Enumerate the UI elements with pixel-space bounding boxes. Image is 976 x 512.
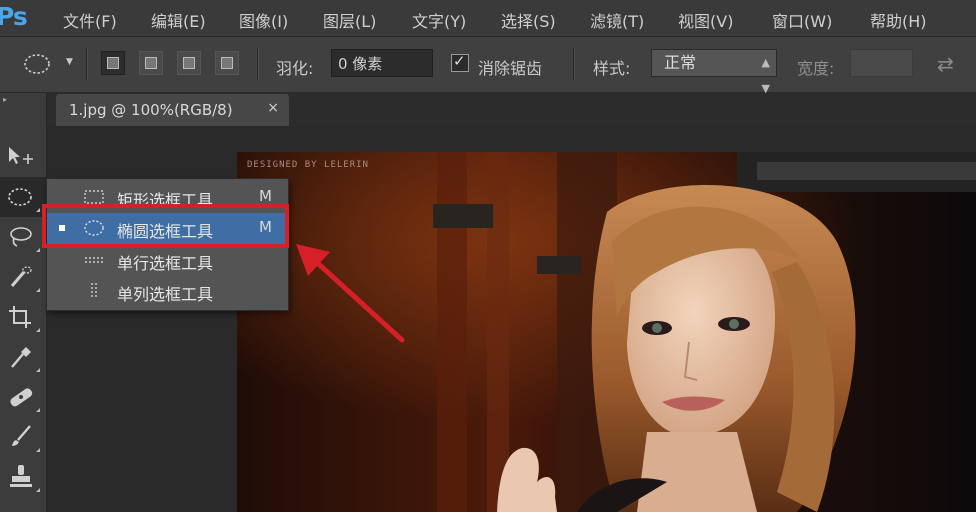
menu-edit[interactable]: 编辑(E) (151, 8, 206, 32)
lasso-tool-icon (10, 227, 32, 247)
close-icon[interactable]: × (267, 100, 279, 116)
brush-tool[interactable] (0, 417, 46, 457)
tool-submenu-indicator (36, 288, 40, 292)
move-tool[interactable] (0, 137, 46, 177)
flyout-item-label: 单列选框工具 (117, 285, 214, 304)
quick-selection-tool[interactable] (0, 257, 46, 297)
flyout-item-single-column-marquee[interactable]: 单列选框工具 (47, 276, 288, 307)
flyout-item-shortcut: M (259, 187, 272, 205)
menu-layer[interactable]: 图层(L) (323, 8, 376, 32)
single-row-marquee-icon (85, 257, 103, 263)
menu-image[interactable]: 图像(I) (239, 8, 288, 32)
menu-select[interactable]: 选择(S) (501, 8, 556, 32)
clone-stamp-tool[interactable] (0, 457, 46, 497)
menu-file[interactable]: 文件(F) (63, 8, 117, 32)
menu-type[interactable]: 文字(Y) (412, 8, 466, 32)
tools-panel: ▸ (0, 93, 47, 512)
feather-input[interactable]: 0 像素 (331, 49, 433, 77)
menu-help[interactable]: 帮助(H) (870, 8, 927, 32)
tool-submenu-indicator (36, 368, 40, 372)
add-selection-icon (145, 57, 157, 69)
width-input[interactable] (850, 49, 913, 77)
menu-window[interactable]: 窗口(W) (772, 8, 832, 32)
single-column-marquee-icon (91, 283, 97, 299)
menu-filter[interactable]: 滤镜(T) (590, 8, 644, 32)
eyedropper-tool[interactable] (0, 337, 46, 377)
add-to-selection-button[interactable] (139, 51, 163, 75)
brush-tool-icon (12, 425, 31, 446)
tool-submenu-indicator (36, 448, 40, 452)
options-bar: ▼ 羽化: 0 像素 消除锯齿 样式: 正常 ▲▼ 宽度: ⇄ (0, 37, 976, 95)
options-divider (257, 47, 259, 81)
feather-label: 羽化: (276, 59, 314, 78)
healing-brush-tool[interactable] (0, 377, 46, 417)
antialias-checkbox[interactable] (451, 52, 469, 72)
intersect-selection-icon (221, 57, 233, 69)
swap-width-height-icon[interactable]: ⇄ (937, 52, 954, 76)
menu-bar: Ps 文件(F) 编辑(E) 图像(I) 图层(L) 文字(Y) 选择(S) 滤… (0, 0, 976, 37)
image-watermark: DESIGNED BY LELERIN (247, 160, 369, 170)
photoshop-logo: Ps (0, 2, 28, 31)
clone-stamp-tool-icon (10, 465, 32, 487)
lasso-tool[interactable] (0, 217, 46, 257)
move-tool-icon (9, 147, 33, 164)
tool-submenu-indicator (36, 488, 40, 492)
options-divider (573, 47, 575, 81)
antialias-label: 消除锯齿 (478, 59, 543, 78)
document-tab-title: 1.jpg @ 100%(RGB/8) (69, 101, 233, 119)
style-label: 样式: (593, 59, 631, 78)
options-divider (86, 47, 88, 81)
flyout-item-single-row-marquee[interactable]: 单行选框工具 (47, 245, 288, 276)
chevron-down-icon: ▼ (66, 57, 73, 67)
annotation-highlight-box (42, 204, 289, 248)
eyedropper-tool-icon (11, 347, 31, 368)
style-select-value: 正常 (664, 53, 697, 72)
tool-submenu-indicator (36, 248, 40, 252)
tool-submenu-indicator (36, 408, 40, 412)
intersect-selection-button[interactable] (215, 51, 239, 75)
style-select[interactable]: 正常 ▲ ▼ (651, 49, 777, 95)
annotation-arrow-icon (296, 244, 405, 343)
crop-tool-icon (9, 306, 31, 328)
quick-selection-tool-icon (10, 266, 32, 287)
ellipse-marquee-icon (24, 54, 50, 74)
subtract-from-selection-button[interactable] (177, 51, 201, 75)
subtract-selection-icon (183, 57, 195, 69)
document-tab[interactable]: 1.jpg @ 100%(RGB/8) × (56, 94, 289, 126)
new-selection-button[interactable] (101, 51, 125, 75)
crop-tool[interactable] (0, 297, 46, 337)
width-label: 宽度: (797, 59, 835, 78)
panel-collapse-icon[interactable]: ▸ (3, 95, 7, 104)
ellipse-marquee-tool-icon (8, 188, 32, 206)
ellipse-marquee-tool[interactable] (0, 177, 46, 217)
tool-submenu-indicator (36, 208, 40, 212)
flyout-item-label: 单行选框工具 (117, 254, 214, 273)
healing-brush-tool-icon (10, 388, 33, 407)
tool-submenu-indicator (36, 328, 40, 332)
tool-preset-picker[interactable]: ▼ (12, 49, 78, 79)
menu-view[interactable]: 视图(V) (678, 8, 733, 32)
new-selection-icon (107, 57, 119, 69)
